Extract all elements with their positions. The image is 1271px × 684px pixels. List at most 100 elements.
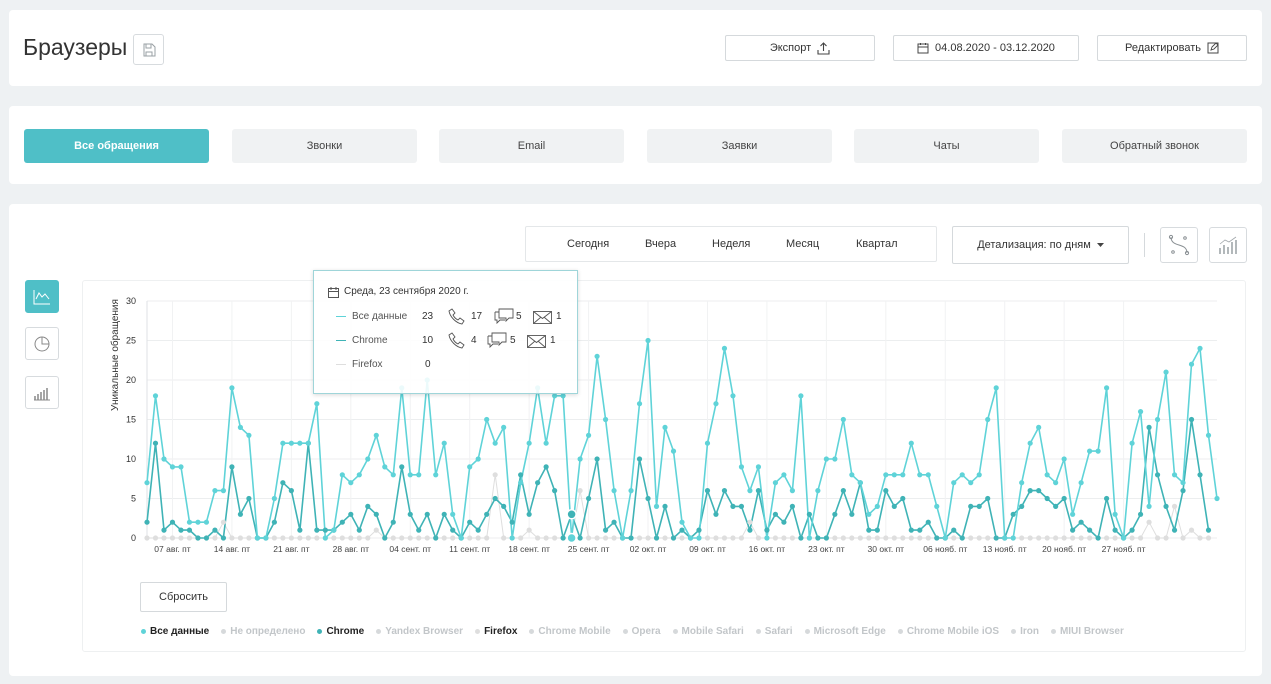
legend-label: Все данные [150,626,210,637]
tab-calls[interactable]: Звонки [232,129,417,163]
tab-label: Звонки [306,140,343,152]
tooltip-total: 10 [422,335,434,346]
line-chart-icon [33,289,50,304]
export-button[interactable]: Экспорт [725,35,875,61]
tab-chats[interactable]: Чаты [854,129,1039,163]
reset-button[interactable]: Сбросить [140,582,227,612]
legend-label: Chrome Mobile [538,626,611,637]
tooltip-series-name: Firefox [352,359,383,370]
calendar-icon [917,43,929,54]
date-range-button[interactable]: 04.08.2020 - 03.12.2020 [893,35,1079,61]
series-swatch [336,364,346,365]
edit-button[interactable]: Редактировать [1097,35,1247,61]
legend-marker [529,629,535,634]
tooltip-total: 0 [425,359,431,370]
period-month[interactable]: Месяц [786,238,819,250]
save-report-button[interactable] [133,34,164,65]
pie-chart-button[interactable] [25,327,59,360]
tab-label: Заявки [721,140,758,152]
legend-label: Mobile Safari [681,626,744,637]
tab-requests[interactable]: Заявки [647,129,832,163]
legend-label: Opera [631,626,661,637]
tooltip-calls: 4 [471,335,477,346]
caret-down-icon [1096,242,1104,247]
legend-item[interactable]: Iron [1011,626,1039,637]
legend-marker [1050,629,1056,634]
tab-label: Обратный звонок [1110,140,1199,152]
legend-item[interactable]: Не определено [221,626,305,637]
legend-marker [804,629,810,634]
tab-email[interactable]: Email [439,129,624,163]
legend-label: MIUI Browser [1059,626,1124,637]
bar-chart-icon [34,387,50,400]
legend-item[interactable]: Opera [622,626,661,637]
period-today[interactable]: Сегодня [567,238,609,250]
envelope-icon [527,335,546,348]
edit-label: Редактировать [1125,42,1201,54]
legend-item[interactable]: MIUI Browser [1050,626,1124,637]
tab-label: Email [517,140,546,152]
chat-icon [494,308,514,324]
tooltip-chats: 5 [516,311,522,322]
legend-item[interactable]: Mobile Safari [672,626,744,637]
tooltip-calls: 17 [471,311,483,322]
date-range-label: 04.08.2020 - 03.12.2020 [935,42,1055,54]
legend-label: Не определено [230,626,306,637]
divider [1144,233,1145,257]
pie-chart-icon [34,336,50,351]
legend-marker [672,629,678,634]
period-selector: Сегодня Вчера Неделя Месяц Квартал [525,226,937,262]
curve-mode-button[interactable] [1160,227,1198,263]
legend-item[interactable]: Chrome Mobile [529,626,611,637]
tab-all-requests[interactable]: Все обращения [24,129,209,163]
phone-icon [448,332,465,349]
tooltip-series-name: Chrome [352,335,388,346]
legend-label: Safari [764,626,793,637]
detail-label: Детализация: по дням [977,239,1091,251]
tabs-card: Все обращения Звонки Email Заявки Чаты О… [9,106,1262,184]
legend-item[interactable]: Chrome [317,626,364,637]
chart-tooltip: Среда, 23 сентября 2020 г. Все данные 23… [313,270,578,394]
export-label: Экспорт [769,42,812,54]
reset-label: Сбросить [159,591,208,603]
legend-label: Yandex Browser [385,626,464,637]
tab-callback[interactable]: Обратный звонок [1062,129,1247,163]
tooltip-chats: 5 [510,335,516,346]
legend-marker [376,629,382,634]
legend-item[interactable]: Microsoft Edge [804,626,886,637]
bar-trend-mode-button[interactable] [1209,227,1247,263]
period-week[interactable]: Неделя [712,238,750,250]
header-card: Браузеры Экспорт 04.08.2020 - 03.12.2020… [9,10,1262,86]
phone-icon [448,308,465,325]
period-yesterday[interactable]: Вчера [645,238,676,250]
legend-item[interactable]: Все данные [141,626,209,637]
legend-item[interactable]: Safari [755,626,793,637]
legend-marker [755,629,761,634]
detail-dropdown[interactable]: Детализация: по дням [952,226,1129,264]
legend-marker [475,629,481,634]
tab-label: Все обращения [74,140,159,152]
curve-icon [1168,234,1190,256]
line-chart-button[interactable] [25,280,59,313]
edit-icon [1207,42,1219,54]
legend-label: Iron [1020,626,1039,637]
legend-item[interactable]: Chrome Mobile iOS [897,626,1000,637]
series-swatch [336,316,346,317]
bar-chart-button[interactable] [25,376,59,409]
upload-icon [817,41,830,55]
tab-label: Чаты [933,140,960,152]
legend-marker [221,629,227,634]
legend-item[interactable]: Yandex Browser [376,626,463,637]
legend-label: Chrome Mobile iOS [906,626,1000,637]
legend-label: Chrome [326,626,365,637]
calendar-icon [328,287,339,298]
bar-trend-icon [1219,236,1237,254]
legend-label: Firefox [484,626,518,637]
chat-icon [487,332,507,348]
legend-item[interactable]: Firefox [475,626,517,637]
legend-marker [141,629,146,634]
period-quarter[interactable]: Квартал [856,238,898,250]
tooltip-emails: 1 [556,311,562,322]
floppy-disk-icon [143,43,155,56]
tooltip-series-name: Все данные [352,311,408,322]
